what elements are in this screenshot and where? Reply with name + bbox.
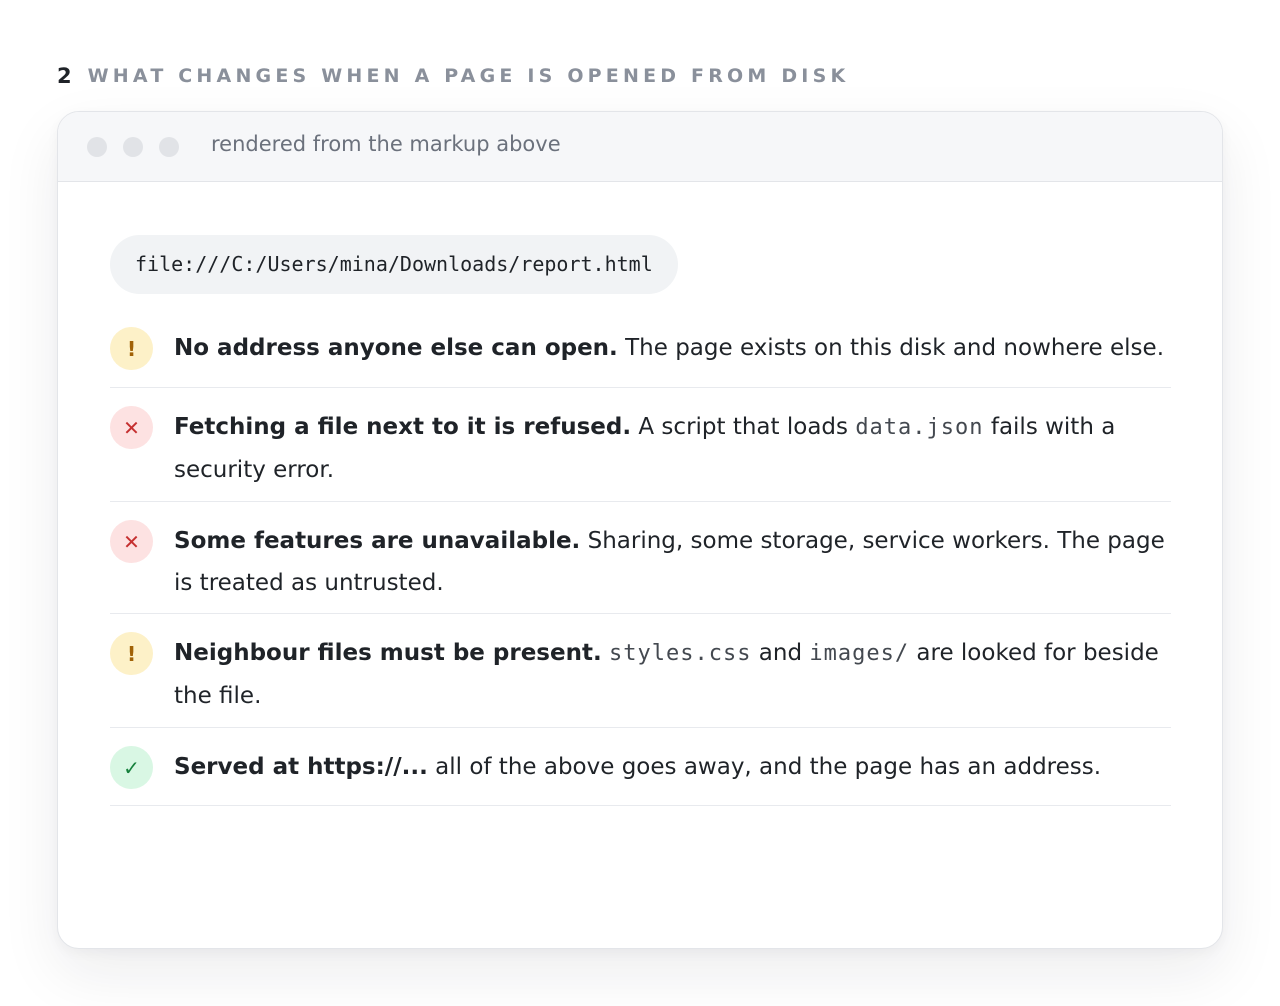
window-dot-icon	[123, 137, 143, 157]
error-icon: ✕	[110, 520, 153, 563]
window-dot-icon	[87, 137, 107, 157]
inline-code: images/	[809, 641, 910, 666]
inline-code: styles.css	[609, 641, 752, 666]
address-bar[interactable]: file:///C:/Users/mina/Downloads/report.h…	[110, 235, 678, 294]
warning-icon: !	[110, 327, 153, 370]
window-title: rendered from the markup above	[211, 132, 561, 156]
list-item-title: Neighbour files must be present.	[174, 640, 602, 666]
list-item: ! No address anyone else can open. The p…	[110, 310, 1171, 388]
list-item-title: Served at https://...	[174, 754, 428, 780]
list-item-title: Some features are unavailable.	[174, 528, 581, 554]
list-item-title: Fetching a file next to it is refused.	[174, 414, 632, 440]
window-titlebar: rendered from the markup above	[58, 112, 1222, 182]
list-item-description: A script that loads	[631, 414, 856, 440]
list-item: ✕ Fetching a file next to it is refused.…	[110, 388, 1171, 502]
error-icon: ✕	[110, 406, 153, 449]
list-item-text: No address anyone else can open. The pag…	[174, 327, 1171, 369]
list-item-text: Some features are unavailable. Sharing, …	[174, 520, 1171, 604]
list-item-text: Neighbour files must be present. styles.…	[174, 632, 1171, 717]
list-item-title: No address anyone else can open.	[174, 335, 618, 361]
inline-code: data.json	[855, 415, 984, 440]
list-item-description: and	[751, 640, 810, 666]
list-item: ✓ Served at https://... all of the above…	[110, 728, 1171, 806]
warning-icon: !	[110, 632, 153, 675]
list-item: ! Neighbour files must be present. style…	[110, 614, 1171, 728]
checkmark-icon: ✓	[110, 746, 153, 789]
window-content: file:///C:/Users/mina/Downloads/report.h…	[110, 235, 1171, 806]
list-item-text: Fetching a file next to it is refused. A…	[174, 406, 1171, 491]
section-title: WHAT CHANGES WHEN A PAGE IS OPENED FROM …	[87, 65, 850, 87]
section-number: 2	[57, 64, 72, 88]
window-dot-icon	[159, 137, 179, 157]
consequence-list: ! No address anyone else can open. The p…	[110, 310, 1171, 806]
window-controls	[87, 137, 195, 157]
list-item-text: Served at https://... all of the above g…	[174, 746, 1171, 788]
list-item: ✕ Some features are unavailable. Sharing…	[110, 502, 1171, 614]
section-heading: 2 WHAT CHANGES WHEN A PAGE IS OPENED FRO…	[57, 61, 849, 91]
list-item-description: all of the above goes away, and the page…	[427, 754, 1102, 780]
list-item-description: The page exists on this disk and nowhere…	[617, 335, 1165, 361]
browser-window: rendered from the markup above file:///C…	[57, 111, 1223, 949]
